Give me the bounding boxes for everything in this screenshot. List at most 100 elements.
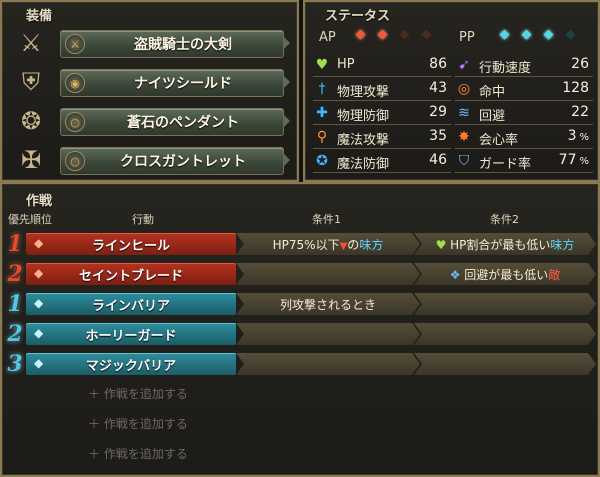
stat-row: ✪ 魔法防御 46 — [313, 150, 451, 173]
priority-number: 2 — [7, 261, 23, 287]
header-condition2: 条件2 — [490, 213, 519, 226]
status-panel: ステータス AP ◆ ◆ ◆ ◆ PP ◆ ◆ ◆ ◆ ♥ HP 86 † 物理攻撃 43 ✚ 物理防御 2… — [303, 0, 600, 182]
condition2-slot[interactable] — [414, 323, 596, 345]
stat-unit: % — [579, 132, 589, 143]
equipment-bar[interactable]: ○ クロスガントレット — [60, 147, 290, 175]
guard-icon: ⛉ — [458, 153, 470, 169]
action-label: ラインヒール — [91, 239, 170, 254]
equipment-slot[interactable]: ⛨ ◉ ナイツシールド — [10, 63, 290, 101]
condition-text: HP75%以下 — [272, 238, 340, 252]
ap-gem-icon: ◆ — [34, 236, 44, 250]
condition-text: 列攻撃されるとき — [279, 298, 376, 312]
equipment-panel: 装備 ⚔ ⚔ 盗賊騎士の大剣 ⛨ ◉ ナイツシールド ❂ ○ 蒼石のペンダント ✠ ○ クロスガントレ… — [0, 0, 299, 182]
equipment-title: 装備 — [26, 9, 53, 24]
condition1-slot[interactable] — [236, 323, 420, 345]
condition1-slot[interactable] — [236, 263, 420, 285]
stat-value: 128 — [562, 80, 589, 96]
condition1-text: 列攻撃されるとき — [236, 296, 420, 313]
greatsword-icon: ⚔ — [20, 29, 42, 57]
pp-gem-icon: ◆ — [34, 356, 44, 370]
condition-text: HP割合が最も低い — [446, 238, 551, 252]
stat-value: 86 — [429, 56, 447, 72]
tactic-row[interactable]: ♥ HP割合が最も低い味方 HP75%以下▼の味方 1 ◆ ラインヒール — [2, 231, 598, 257]
action-button[interactable]: ◆ ホーリーガード — [26, 323, 236, 345]
header-priority: 優先順位 — [8, 213, 52, 226]
condition1-slot[interactable]: HP75%以下▼の味方 — [236, 233, 420, 255]
ap-gem-icon: ◆ — [399, 27, 410, 42]
equipment-bar[interactable]: ○ 蒼石のペンダント — [60, 108, 290, 136]
heart-icon: ♥ — [435, 238, 447, 252]
stat-value: 46 — [429, 152, 447, 168]
stat-label: ガード率 — [479, 157, 532, 172]
stat-row: ⛉ ガード率 77% — [455, 150, 593, 173]
tactic-row[interactable]: 3 ◆ マジックバリア — [2, 351, 598, 377]
equipment-bar[interactable]: ◉ ナイツシールド — [60, 69, 290, 97]
action-label: ホーリーガード — [85, 329, 177, 344]
stat-row: † 物理攻撃 43 — [313, 78, 451, 101]
ap-gem-icon: ◆ — [355, 27, 366, 42]
action-button[interactable]: ◆ マジックバリア — [26, 353, 236, 375]
condition-target: 味方 — [550, 238, 575, 252]
condition2-slot[interactable] — [414, 293, 596, 315]
tactic-row[interactable]: 列攻撃されるとき 1 ◆ ラインバリア — [2, 291, 598, 317]
gauntlet-icon: ✠ — [20, 146, 42, 174]
stat-row: ➹ 行動速度 26 — [455, 54, 593, 77]
round-shield-icon: ⛨ — [22, 68, 40, 96]
stat-label: 物理攻撃 — [337, 85, 390, 100]
stat-row: ⚲ 魔法攻撃 35 — [313, 126, 451, 149]
condition1-slot[interactable]: 列攻撃されるとき — [236, 293, 420, 315]
action-button[interactable]: ◆ ラインヒール — [26, 233, 236, 255]
condition2-slot[interactable]: ♥ HP割合が最も低い味方 — [414, 233, 596, 255]
add-tactic-button[interactable]: ＋ 作戦を追加する — [88, 385, 188, 402]
condition2-slot[interactable]: ❖ 回避が最も低い敵 — [414, 263, 596, 285]
priority-number: 3 — [7, 351, 23, 377]
tactics-title: 作戦 — [26, 194, 53, 209]
equipment-slot[interactable]: ✠ ○ クロスガントレット — [10, 141, 290, 179]
add-tactic-button[interactable]: ＋ 作戦を追加する — [88, 415, 188, 432]
stat-value: 26 — [571, 56, 589, 72]
armor-icon: ✚ — [316, 105, 328, 121]
ap-gem-icon: ◆ — [34, 266, 44, 280]
condition1-text: HP75%以下▼の味方 — [236, 236, 420, 253]
tactics-panel: 作戦 優先順位 行動 条件1 条件2 ♥ HP割合が最も低い味方 HP75%以下▼… — [0, 182, 600, 477]
accessory-icon: ○ — [65, 151, 85, 171]
condition2-slot[interactable] — [414, 353, 596, 375]
stat-row: ♥ HP 86 — [313, 54, 451, 77]
pp-gem-icon: ◆ — [543, 27, 554, 42]
tactic-row[interactable]: 2 ◆ ホーリーガード — [2, 321, 598, 347]
ap-gem-icon: ◆ — [421, 27, 432, 42]
stat-value: 35 — [429, 128, 447, 144]
priority-number: 1 — [7, 231, 23, 257]
staff-icon: ⚲ — [316, 129, 328, 145]
stat-value: 43 — [429, 80, 447, 96]
priority-number: 2 — [7, 321, 23, 347]
action-label: ラインバリア — [91, 299, 170, 314]
ap-gem-icon: ◆ — [377, 27, 388, 42]
pp-gem-icon: ◆ — [34, 326, 44, 340]
add-tactic-button[interactable]: ＋ 作戦を追加する — [88, 445, 188, 462]
condition1-slot[interactable] — [236, 353, 420, 375]
stat-label: HP — [337, 57, 355, 72]
critical-icon: ✸ — [458, 129, 470, 145]
stat-value: 29 — [429, 104, 447, 120]
pp-label: PP — [459, 30, 475, 45]
stat-label: 魔法攻撃 — [337, 133, 390, 148]
stat-label: 物理防御 — [337, 109, 390, 124]
equipment-slot[interactable]: ❂ ○ 蒼石のペンダント — [10, 102, 290, 140]
condition2-text: ❖ 回避が最も低い敵 — [414, 266, 596, 283]
header-action: 行動 — [132, 213, 154, 226]
stat-label: 回避 — [479, 109, 506, 124]
stat-row: ≋ 回避 22 — [455, 102, 593, 125]
pp-gem-icon: ◆ — [34, 296, 44, 310]
sword-icon: ⚔ — [65, 34, 85, 54]
tactic-row[interactable]: ❖ 回避が最も低い敵 2 ◆ セイントブレード — [2, 261, 598, 287]
equipment-bar[interactable]: ⚔ 盗賊騎士の大剣 — [60, 30, 290, 58]
action-label: マジックバリア — [85, 359, 177, 374]
priority-number: 1 — [7, 291, 23, 317]
condition-text: の — [347, 238, 360, 252]
stat-label: 魔法防御 — [337, 157, 390, 172]
action-button[interactable]: ◆ ラインバリア — [26, 293, 236, 315]
equipment-slot[interactable]: ⚔ ⚔ 盗賊騎士の大剣 — [10, 24, 290, 62]
shield-icon: ◉ — [65, 73, 85, 93]
action-button[interactable]: ◆ セイントブレード — [26, 263, 236, 285]
